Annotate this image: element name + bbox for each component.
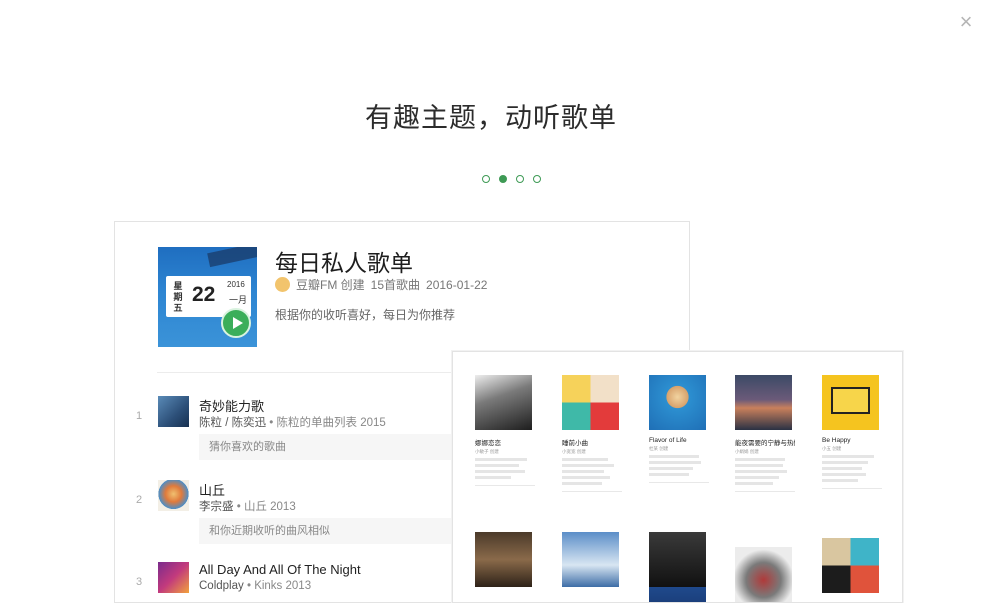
calendar-weekday: 星期五 — [173, 281, 183, 313]
track-thumbnail — [158, 562, 189, 593]
album-byline: 小五 创建 — [822, 446, 842, 451]
album-card[interactable] — [475, 532, 535, 587]
album-art — [822, 538, 879, 593]
album-track-lines — [562, 458, 622, 485]
album-title: Flavor of Life — [649, 437, 687, 444]
track-index: 2 — [135, 494, 143, 506]
album-card[interactable]: Flavor of Life 杜某 创建 — [649, 375, 709, 483]
pager-dot-2[interactable] — [499, 175, 507, 183]
track-artists[interactable]: 李宗盛 — [199, 501, 234, 513]
playlist-cover[interactable]: 星期五 22 2016 一月 — [158, 247, 257, 347]
album-art — [649, 375, 706, 430]
track-index: 3 — [135, 576, 143, 588]
album-card[interactable] — [735, 547, 795, 602]
track-artists[interactable]: 陈粒 / 陈奕迅 — [199, 417, 266, 429]
page-headline: 有趣主题，动听歌单 — [365, 103, 617, 134]
album-title: 能夜需要的宁静与热情 — [735, 440, 795, 447]
pager-dots — [482, 175, 541, 185]
album-card[interactable] — [562, 532, 622, 587]
album-card[interactable]: 能夜需要的宁静与热情 小娟娟 创建 — [735, 375, 795, 492]
pager-dot-1[interactable] — [482, 175, 490, 183]
album-byline: 小娟娟 创建 — [735, 449, 759, 454]
album-art — [475, 375, 532, 430]
album-byline: 小敏子 创建 — [475, 449, 499, 454]
album-title: Be Happy — [822, 437, 851, 444]
playlist-description: 根据你的收听喜好，每日为你推荐 — [275, 308, 456, 322]
track-subtitle: Coldplay • Kinks 2013 — [199, 580, 312, 592]
album-track-lines — [649, 455, 709, 476]
album-art — [562, 532, 619, 587]
album-art — [735, 547, 792, 602]
playlist-creator[interactable]: 豆瓣FM 创建 — [296, 276, 365, 293]
divider — [475, 485, 535, 486]
track-subtitle: 陈粒 / 陈奕迅 • 陈粒的单曲列表 2015 — [199, 417, 386, 429]
douban-fm-logo-icon — [275, 277, 290, 292]
album-card[interactable] — [649, 532, 709, 587]
track-album[interactable]: 陈粒的单曲列表 2015 — [277, 417, 386, 429]
album-card[interactable]: Be Happy 小五 创建 — [822, 375, 882, 489]
track-thumbnail — [158, 480, 189, 511]
track-title[interactable]: All Day And All Of The Night — [199, 562, 361, 577]
album-card[interactable]: 娜娜恋恋 小敏子 创建 — [475, 375, 535, 486]
cover-decoration — [207, 247, 257, 268]
album-card[interactable]: 睡前小曲 小宽宽 创建 — [562, 375, 622, 492]
close-icon[interactable]: × — [956, 11, 976, 33]
album-art — [822, 375, 879, 430]
track-album[interactable]: 山丘 2013 — [244, 501, 296, 513]
playlist-grid-card: 娜娜恋恋 小敏子 创建 睡前小曲 小宽宽 创建 Flavor of Life 杜… — [452, 351, 903, 603]
pager-dot-4[interactable] — [533, 175, 541, 183]
track-index: 1 — [135, 410, 143, 422]
album-art — [562, 375, 619, 430]
album-art — [735, 375, 792, 430]
divider — [649, 482, 709, 483]
playlist-song-count: 15首歌曲 — [370, 278, 421, 292]
playlist-title: 每日私人歌单 — [275, 251, 413, 277]
album-byline: 杜某 创建 — [649, 446, 669, 451]
playlist-date: 2016-01-22 — [426, 277, 488, 292]
album-art — [649, 532, 706, 587]
track-title[interactable]: 山丘 — [199, 480, 225, 499]
track-title[interactable]: 奇妙能力歌 — [199, 396, 264, 415]
calendar-year: 2016 — [227, 280, 245, 289]
album-title: 娜娜恋恋 — [475, 440, 501, 447]
album-byline: 小宽宽 创建 — [562, 449, 586, 454]
divider — [735, 491, 795, 492]
track-artists[interactable]: Coldplay — [199, 580, 244, 592]
calendar-day: 22 — [192, 283, 216, 306]
play-icon[interactable] — [221, 308, 251, 338]
divider — [822, 488, 882, 489]
album-track-lines — [822, 455, 882, 482]
album-title: 睡前小曲 — [562, 440, 588, 447]
track-album[interactable]: Kinks 2013 — [254, 580, 311, 592]
track-thumbnail — [158, 396, 189, 427]
album-track-lines — [735, 458, 795, 485]
playlist-meta: 豆瓣FM 创建 15首歌曲 2016-01-22 — [275, 276, 487, 293]
album-track-lines — [475, 458, 535, 479]
album-art — [475, 532, 532, 587]
calendar-month: 一月 — [229, 295, 248, 305]
track-subtitle: 李宗盛 • 山丘 2013 — [199, 501, 296, 513]
pager-dot-3[interactable] — [516, 175, 524, 183]
album-card[interactable] — [822, 538, 882, 593]
divider — [562, 491, 622, 492]
